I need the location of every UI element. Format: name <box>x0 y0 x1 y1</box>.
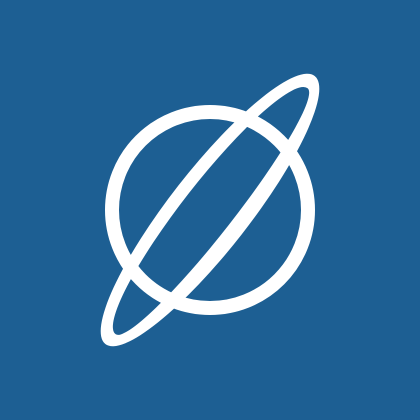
app-icon-canvas <box>0 0 420 420</box>
planet-orbit-icon <box>100 73 320 347</box>
planet-circle <box>105 105 315 315</box>
